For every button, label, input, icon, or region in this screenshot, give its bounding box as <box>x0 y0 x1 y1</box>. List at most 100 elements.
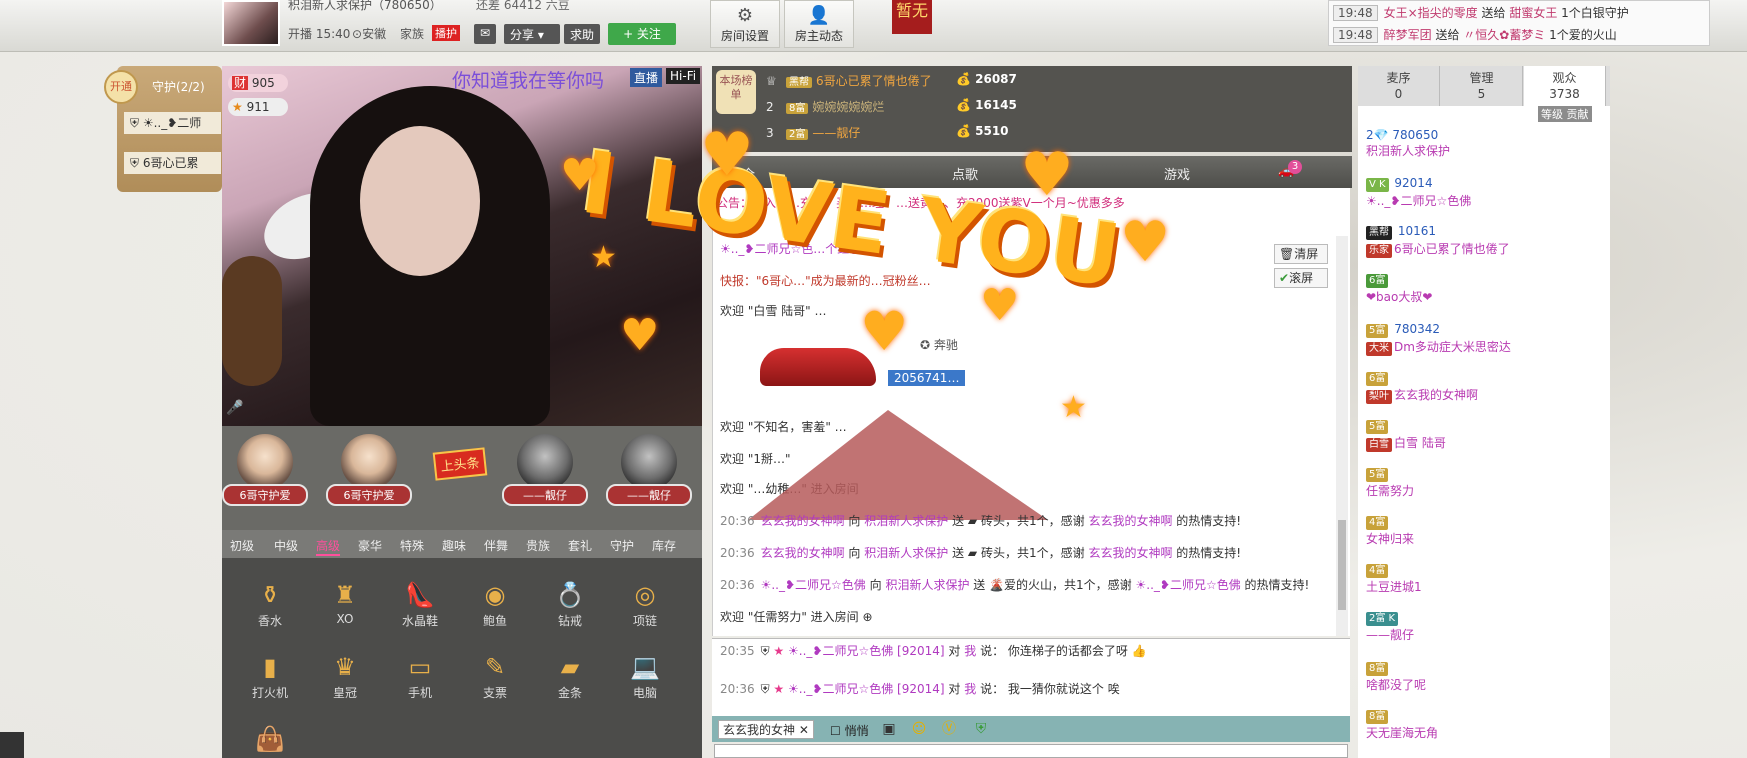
mail-button[interactable]: ✉ <box>474 24 497 44</box>
phone-icon: ▭ <box>408 653 432 681</box>
gift-tab[interactable]: 库存 <box>652 537 676 554</box>
open-guard-button[interactable]: 开通 <box>104 70 138 104</box>
list-item[interactable]: 8富 天无崖海无角 <box>1366 708 1612 741</box>
tab-all[interactable]: 全 <box>742 164 755 183</box>
seat[interactable]: 6哥守护爱 <box>222 434 308 506</box>
gift-item[interactable]: ▮ 打火机 <box>240 650 300 701</box>
gift-tab[interactable]: 守护 <box>610 537 634 554</box>
seat[interactable]: ——靓仔 <box>606 434 692 506</box>
chat-input[interactable] <box>714 744 1348 758</box>
list-item[interactable]: 4富 女神归来 <box>1366 514 1612 547</box>
emoji-icon[interactable]: ☺ <box>910 720 928 738</box>
activity-banner[interactable]: 暂无 <box>892 0 932 34</box>
location-pin-icon: ⊙ <box>352 27 363 41</box>
list-item[interactable]: 5富 任需努力 <box>1366 466 1612 499</box>
video-player[interactable] <box>222 66 702 426</box>
chat-line: 欢迎 "白雪 陆哥" … <box>720 304 827 318</box>
rank-row[interactable]: 3 2富 ——靓仔 💰 5510 <box>766 124 1009 141</box>
scroll-screen-button[interactable]: ✔滚屏 <box>1274 268 1328 288</box>
family-tag[interactable]: 家族 <box>400 25 424 42</box>
seat[interactable]: ——靓仔 <box>502 434 588 506</box>
gift-item[interactable]: ♜ XO <box>315 578 375 626</box>
perfume-icon: ⚱ <box>259 581 281 609</box>
chat-line: ☀.._❥二师兄☆色…个红包 <box>720 242 862 256</box>
brick-icon: ▰ <box>967 514 978 528</box>
tab-song[interactable]: 点歌 <box>952 164 978 183</box>
chat-target-select[interactable]: 玄玄我的女神 ✕ <box>718 720 814 739</box>
live-tag[interactable]: 直播 <box>630 68 663 87</box>
guard-item[interactable]: ⛨ 6哥心已累 <box>124 152 221 174</box>
anchor-name[interactable]: 积泪新人求保护（780650） <box>288 0 442 13</box>
guard-item[interactable]: ⛨ ☀.._❥二师 <box>124 112 221 134</box>
gift-item[interactable]: 💻 电脑 <box>615 650 675 701</box>
list-item[interactable]: 黑帮 10161 乐家 6哥心已累了情也倦了 <box>1366 224 1612 258</box>
list-item[interactable]: V K 92014 ☀.._❥二师兄☆色佛 <box>1366 176 1612 209</box>
list-item[interactable]: 6富 梨叶 玄玄我的女神啊 <box>1366 370 1612 404</box>
list-item[interactable]: 8富 啥都没了呢 <box>1366 660 1612 693</box>
gift-item[interactable]: ♛ 皇冠 <box>315 650 375 701</box>
gift-tab[interactable]: 豪华 <box>358 537 382 554</box>
gift-tab[interactable]: 伴舞 <box>484 537 508 554</box>
coin-icon: 💰 <box>956 98 976 112</box>
gift-tab[interactable]: 初级 <box>230 537 254 554</box>
gift-item[interactable]: 👠 水晶鞋 <box>390 578 450 629</box>
image-icon[interactable]: ▣ <box>880 720 898 738</box>
sort-toggle[interactable]: 等级 贡献 <box>1538 106 1592 122</box>
rank-row[interactable]: 2 8富 婉婉婉婉婉烂 💰 16145 <box>766 98 1017 115</box>
list-item[interactable]: 2💎 780650 积泪新人求保护 <box>1366 128 1612 159</box>
heel-icon: 👠 <box>405 581 435 609</box>
tab-admins[interactable]: 管理 5 <box>1441 66 1523 106</box>
help-button[interactable]: 求助 <box>564 24 601 44</box>
tab-queue[interactable]: 麦序 0 <box>1358 66 1440 106</box>
chat-scrollbar-thumb[interactable] <box>1338 520 1346 610</box>
gift-tab[interactable]: 套礼 <box>568 537 592 554</box>
gift-item[interactable]: 💍 钻戒 <box>540 578 600 629</box>
chat-line: 欢迎 "任需努力" 进入房间 ⊕ <box>720 610 873 624</box>
headline-button[interactable]: 上头条 <box>432 447 488 481</box>
diamond-icon: 💎 <box>1373 128 1393 142</box>
mic-icon[interactable]: 🎤 <box>226 400 243 416</box>
anchor-avatar[interactable] <box>222 0 280 46</box>
room-settings-button[interactable]: ⚙ 房间设置 <box>710 0 780 48</box>
gift-item[interactable]: ▰ 金条 <box>540 650 600 701</box>
seat-avatar <box>341 434 397 490</box>
guard-icon: ⛨ <box>760 644 774 658</box>
vip-emoji-icon[interactable]: Ⓥ <box>940 720 958 738</box>
list-item[interactable]: 2富 K ——靓仔 <box>1366 610 1612 643</box>
clear-screen-button[interactable]: 🗑清屏 <box>1274 244 1328 264</box>
streamer-face-image <box>360 126 480 276</box>
gift-tab[interactable]: 贵族 <box>526 537 550 554</box>
gift-tab[interactable]: 特殊 <box>400 537 424 554</box>
hifi-tag[interactable]: Hi-Fi <box>666 68 701 84</box>
gift-item[interactable]: ✎ 支票 <box>465 650 525 701</box>
gift-item[interactable]: ◎ 项链 <box>615 578 675 629</box>
list-item[interactable]: 5富 白雪 白雪 陆哥 <box>1366 418 1612 452</box>
gift-item[interactable]: ⚱ 香水 <box>240 578 300 629</box>
tab-audience[interactable]: 观众 3738 <box>1524 66 1606 106</box>
scroll-message: 你知道我在等你吗 <box>452 70 605 92</box>
follow-button[interactable]: + 关注 <box>608 23 676 45</box>
anchor-news-button[interactable]: 👤 房主动态 <box>784 0 854 48</box>
whisper-checkbox[interactable]: ☐ 悄悄 <box>830 722 869 739</box>
gift-item[interactable]: ◉ 鲍鱼 <box>465 578 525 629</box>
list-item[interactable]: 5富 780342 大米 Dm多动症大米思密达 <box>1366 322 1612 356</box>
tab-game[interactable]: 游戏 <box>1164 164 1190 183</box>
gift-item[interactable]: 👜 <box>240 722 300 756</box>
seat[interactable]: 6哥守护爱 <box>326 434 412 506</box>
gift-tab-active[interactable]: 高级 <box>316 537 341 556</box>
list-item[interactable]: 4富 土豆进城1 <box>1366 562 1612 595</box>
rank-row[interactable]: ♕ 黑帮 6哥心已累了情也倦了 💰 26087 <box>766 72 1017 89</box>
list-item[interactable]: 6富 ❤bao大叔❤ <box>1366 272 1612 305</box>
seat-avatar <box>237 434 293 490</box>
volcano-icon: 🌋 <box>989 578 1005 592</box>
laptop-icon: 💻 <box>630 653 660 681</box>
gear-icon: ⚙ <box>736 5 754 26</box>
gift-item[interactable]: ▭ 手机 <box>390 650 450 701</box>
share-button[interactable]: 分享 ▾ <box>504 24 560 44</box>
guard-emoji-icon[interactable]: ⛨ <box>972 720 990 738</box>
gift-tab[interactable]: 中级 <box>274 537 298 554</box>
shield-icon: ⛨ <box>130 156 143 170</box>
gift-tab[interactable]: 趣味 <box>442 537 466 554</box>
side-tab[interactable] <box>0 732 24 758</box>
trophy-icon: ♕ <box>766 74 777 88</box>
